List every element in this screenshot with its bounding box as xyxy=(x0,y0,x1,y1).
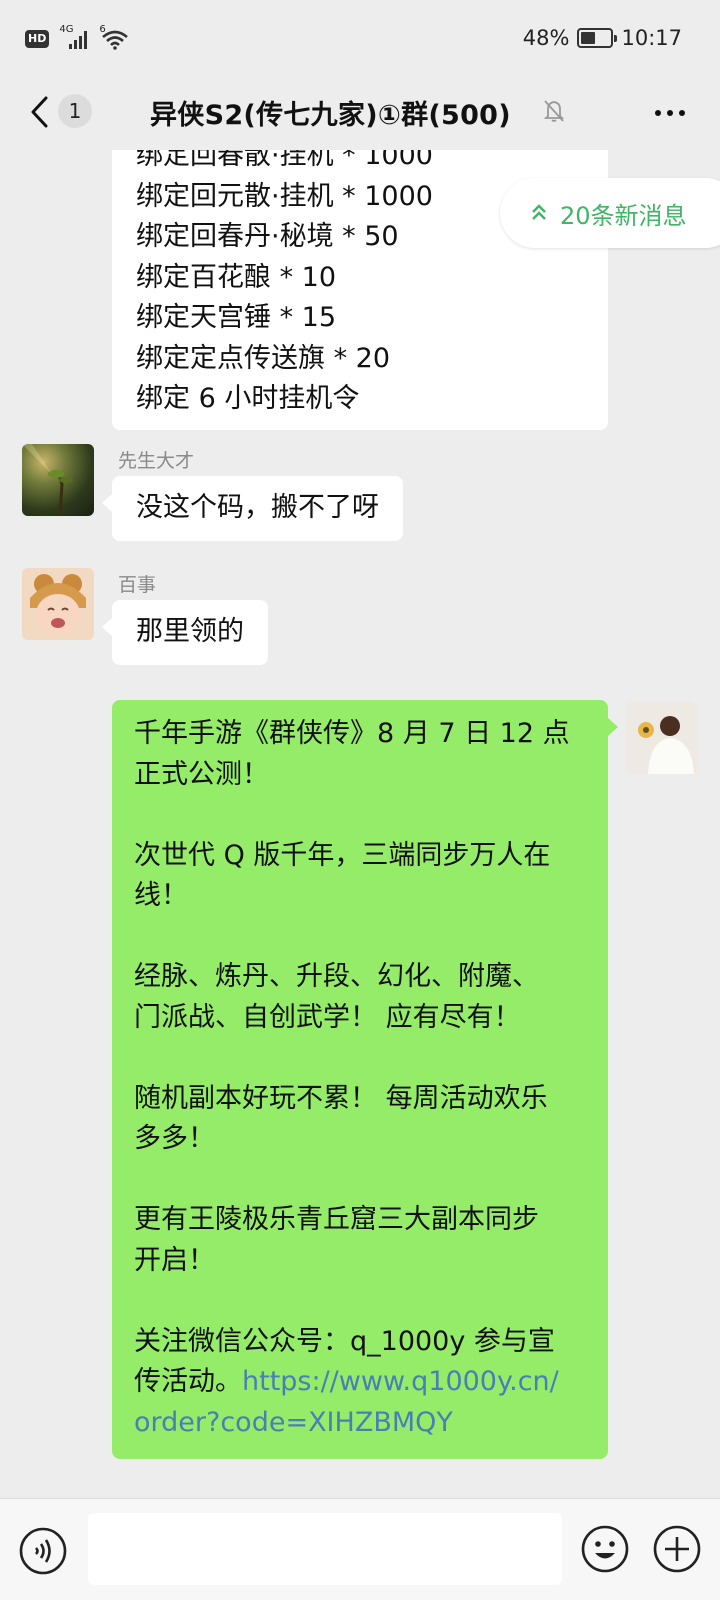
message-line: 千年手游《群侠传》8 月 7 日 12 点 xyxy=(134,718,570,749)
chat-message-list[interactable]: 绑定回春散·挂机 * 1000 绑定回元散·挂机 * 1000 绑定回春丹·秘境… xyxy=(0,150,720,1498)
message-line xyxy=(134,795,590,836)
more-functions-button[interactable] xyxy=(652,1524,702,1574)
chevron-left-icon xyxy=(31,96,48,128)
message-line: 绑定天宫锤 * 15 xyxy=(136,302,337,333)
bubble-tail xyxy=(102,618,112,636)
message-text: 那里领的 xyxy=(136,616,244,647)
battery-icon xyxy=(577,28,618,48)
message-line: 次世代 Q 版千年，三端同步万人在 xyxy=(134,839,551,871)
clock: 10:17 xyxy=(621,26,682,50)
message-line: 绑定 6 小时挂机令 xyxy=(136,383,360,414)
emoji-icon xyxy=(581,1525,629,1573)
unread-count-badge[interactable]: 1 xyxy=(58,94,92,128)
message-bubble[interactable]: 那里领的 xyxy=(102,600,268,665)
url-link-continuation[interactable]: order?code=XIHZBMQY xyxy=(134,1403,590,1444)
more-options-button[interactable] xyxy=(650,93,690,133)
status-bar-right: 48% 10:17 xyxy=(523,26,682,50)
message-line: 更有王陵极乐青丘窟三大副本同步 xyxy=(134,1204,539,1235)
message-line xyxy=(134,1038,590,1079)
new-messages-label: 20条新消息 xyxy=(560,201,687,230)
message-text: 没这个码，搬不了呀 xyxy=(136,492,379,523)
message-text-fragment: 传活动。 xyxy=(134,1366,242,1397)
message-line: 随机副本好玩不累！ 每周活动欢乐 xyxy=(134,1082,548,1114)
message-line xyxy=(134,1160,590,1201)
avatar-xiansheng[interactable] xyxy=(22,444,94,516)
avatar-self[interactable] xyxy=(626,702,698,774)
url-link[interactable]: https://www.q1000y.cn/ xyxy=(242,1366,559,1397)
message-line xyxy=(134,1281,590,1322)
back-button[interactable] xyxy=(24,90,58,134)
voice-icon xyxy=(19,1527,67,1575)
message-bubble-outgoing[interactable]: 千年手游《群侠传》8 月 7 日 12 点 正式公测！ 次世代 Q 版千年，三端… xyxy=(112,700,618,1459)
message-line: 经脉、炼丹、升段、幻化、附魔、 xyxy=(134,961,539,992)
plus-icon xyxy=(653,1525,701,1573)
message-line: 绑定百花酿 * 10 xyxy=(136,261,337,293)
message-line: 绑定定点传送旗 * 20 xyxy=(136,342,391,374)
sender-name: 百事 xyxy=(118,574,157,596)
network-type: 4G xyxy=(59,24,74,35)
message-line: 线！ xyxy=(134,880,188,911)
message-input[interactable] xyxy=(88,1513,562,1585)
message-line: 多多！ xyxy=(134,1123,215,1154)
sender-name: 先生大才 xyxy=(118,450,195,472)
message-line xyxy=(134,917,590,958)
wifi-icon: 6 xyxy=(99,24,129,50)
emoji-button[interactable] xyxy=(580,1524,630,1574)
input-bar xyxy=(0,1498,720,1600)
new-messages-button[interactable]: 20条新消息 xyxy=(500,178,720,248)
cellular-signal-icon: 4G xyxy=(59,24,89,50)
message-line: 门派战、自创武学！ 应有尽有！ xyxy=(134,1001,521,1033)
voice-button[interactable] xyxy=(18,1526,68,1576)
person-photo-icon xyxy=(638,716,694,774)
message-line: 关注微信公众号：q_1000y 参与宣 xyxy=(134,1325,555,1357)
status-bar: HD 4G 6 48% 10:17 xyxy=(0,0,720,80)
message-line-mixed: 传活动。https://www.q1000y.cn/ xyxy=(134,1362,590,1403)
chat-title: 异侠S2(传七九家)①群(500) xyxy=(150,100,511,131)
message-line: 正式公测！ xyxy=(134,758,269,790)
bell-muted-icon xyxy=(542,98,566,124)
double-chevron-up-icon xyxy=(532,204,546,220)
more-dots-icon xyxy=(655,110,685,116)
status-bar-left: HD 4G 6 xyxy=(25,24,129,50)
forest-photo-icon xyxy=(22,444,73,516)
baby-photo-icon xyxy=(30,574,86,634)
message-bubble[interactable]: 没这个码，搬不了呀 xyxy=(102,476,403,541)
message-line: 开启！ xyxy=(134,1244,215,1276)
bubble-tail xyxy=(608,718,618,736)
wifi-superscript: 6 xyxy=(99,24,106,35)
avatar-baishi[interactable] xyxy=(22,568,94,640)
battery-fill xyxy=(581,32,595,44)
bubble-tail xyxy=(102,494,112,512)
message-line: 绑定回春散·挂机 * 1000 xyxy=(136,150,433,171)
hd-badge: HD xyxy=(25,30,50,48)
battery-percent: 48% xyxy=(522,26,570,50)
nav-bar: 1 异侠S2(传七九家)①群(500) xyxy=(0,80,720,150)
